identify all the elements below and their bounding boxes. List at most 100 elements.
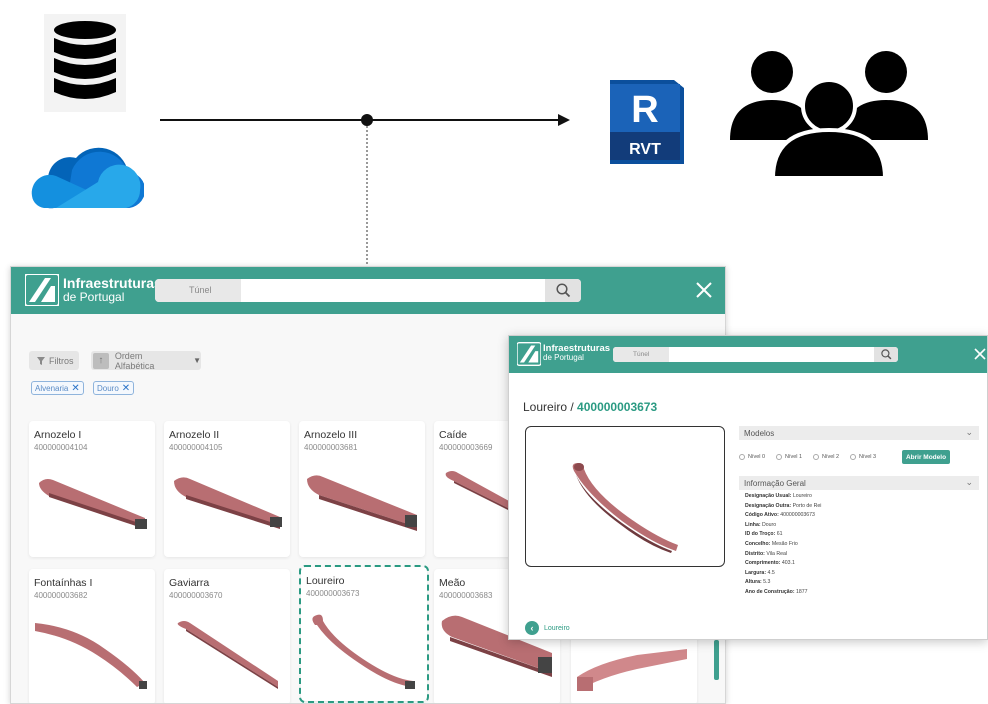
level-radio[interactable]: Nível 1 [776,454,802,460]
close-icon[interactable] [695,281,713,299]
info-row: Designação Outra: Porto de Rei [745,502,821,512]
ip-logo-icon [25,274,59,306]
info-value: Douro [762,521,777,528]
tunnel-model-image [307,475,417,531]
info-row: Largura: 4.5 [745,569,821,579]
search-input[interactable]: Túnel [155,279,581,302]
info-key: Altura: [745,579,762,586]
search-icon [556,283,571,298]
info-header-label: Informação Geral [744,478,806,488]
scrollbar[interactable] [714,640,719,680]
models-section-header[interactable]: Modelos ⌄ [739,426,979,440]
back-arrow-icon[interactable]: ‹ [525,621,539,635]
tunnel-model-image [572,463,678,553]
card-title: Arnozelo III [304,429,358,441]
info-value: Mesão Frio [771,540,798,547]
tunnel-card[interactable]: Arnozelo I 400000004104 [29,421,155,557]
search-button[interactable] [874,347,898,362]
users-group-icon [730,51,928,178]
level-label: Nível 1 [785,454,803,460]
database-icon [44,14,126,112]
brand-logo-text: Infraestruturas de Portugal [63,276,162,303]
brand-line2: de Portugal [543,352,584,362]
detail-title: Loureiro / 400000003673 [523,400,657,414]
info-value: 403.1 [781,560,795,567]
info-key: Designação Outra: [745,502,792,509]
tunnel-model-image [177,621,278,689]
ip-logo-icon [517,342,541,366]
info-row: Código Ativo: 400000003673 [745,511,821,521]
tunnel-card[interactable]: Gaviarra 400000003670 [164,569,290,703]
revit-rvt-icon: R RVT [610,80,684,164]
sort-label: Ordem Alfabética [114,350,155,371]
filter-chip[interactable]: Douro ✕ [93,381,135,395]
open-model-button[interactable]: Abrir Modelo [902,450,950,464]
card-title: Caíde [439,429,468,441]
level-radio[interactable]: Nível 0 [739,454,765,460]
search-input[interactable]: Túnel [613,347,898,362]
rvt-letter: R [631,89,658,131]
sort-dropdown[interactable]: ↑ Ordem Alfabética ▼ [91,350,201,371]
app-header: Infraestruturas de Portugal Túnel [11,267,725,314]
general-info-list: Designação Usual: Loureiro Designação Ou… [745,492,821,598]
search-button[interactable] [545,279,581,302]
radio-dot[interactable] [739,454,745,460]
card-code: 400000003682 [34,591,88,600]
info-value: 4.5 [767,569,775,576]
detail-header: Infraestruturas de Portugal Túnel [509,336,987,373]
card-title: Gaviarra [169,577,210,589]
info-key: Concelho: [745,540,771,547]
remove-chip-icon[interactable]: ✕ [71,383,79,394]
card-title: Meão [439,577,466,589]
detail-title-code: 400000003673 [577,400,658,414]
info-row: Ano de Construção: 1877 [745,588,821,598]
filters-button[interactable]: Filtros [29,351,79,370]
info-key: ID do Troço: [745,531,776,538]
info-row: Concelho: Mesão Frio [745,540,821,550]
info-value: 61 [776,531,783,538]
card-code: 400000004105 [169,443,223,452]
info-row: Altura: 5.3 [745,578,821,588]
chevron-down-icon: ⌄ [965,427,973,437]
flow-arrowhead [558,114,570,126]
info-value: Porto de Rei [792,502,822,509]
level-radio[interactable]: Nível 3 [850,454,876,460]
tunnel-detail-window: Infraestruturas de Portugal Túnel Lourei… [508,335,988,640]
info-value: Loureiro [792,493,812,499]
filter-chip[interactable]: Alvenaria ✕ [31,381,84,395]
card-title: Arnozelo II [169,429,220,441]
card-title: Loureiro [306,575,345,587]
remove-chip-icon[interactable]: ✕ [122,383,130,394]
rvt-label: RVT [629,141,661,158]
info-key: Linha: [745,521,761,528]
models-header-label: Modelos [744,428,775,438]
level-radio[interactable]: Nível 2 [813,454,839,460]
search-value: Túnel [155,279,241,302]
level-label: Nível 3 [859,454,877,460]
radio-dot[interactable] [850,454,856,460]
info-section-header[interactable]: Informação Geral ⌄ [739,476,979,490]
info-value: Vila Real [766,550,788,557]
info-key: Comprimento: [745,560,781,567]
tunnel-card[interactable]: Arnozelo II 400000004105 [164,421,290,557]
info-row: Comprimento: 403.1 [745,559,821,569]
radio-dot[interactable] [813,454,819,460]
info-value: 400000003673 [780,512,815,519]
sort-icon: ↑ [93,352,109,369]
tunnel-card[interactable]: Arnozelo III 400000003681 [299,421,425,557]
brand-logo-text: Infraestruturas de Portugal [543,344,610,362]
back-label: Loureiro [544,624,570,632]
card-title: Fontaínhas I [34,577,93,589]
filter-icon [37,356,45,365]
info-key: Designação Usual: [745,493,792,499]
info-value: 1877 [796,588,808,595]
card-code: 400000003670 [169,591,223,600]
onedrive-cloud-icon [31,147,144,209]
tunnel-card-selected[interactable]: Loureiro 400000003673 [299,565,429,703]
brand-line1: Infraestruturas [63,275,162,291]
radio-dot[interactable] [776,454,782,460]
back-link[interactable]: ‹ Loureiro [525,621,570,635]
tunnel-card[interactable]: Fontaínhas I 400000003682 [29,569,155,703]
chip-label: Alvenaria [35,383,69,393]
close-icon[interactable] [974,348,986,360]
